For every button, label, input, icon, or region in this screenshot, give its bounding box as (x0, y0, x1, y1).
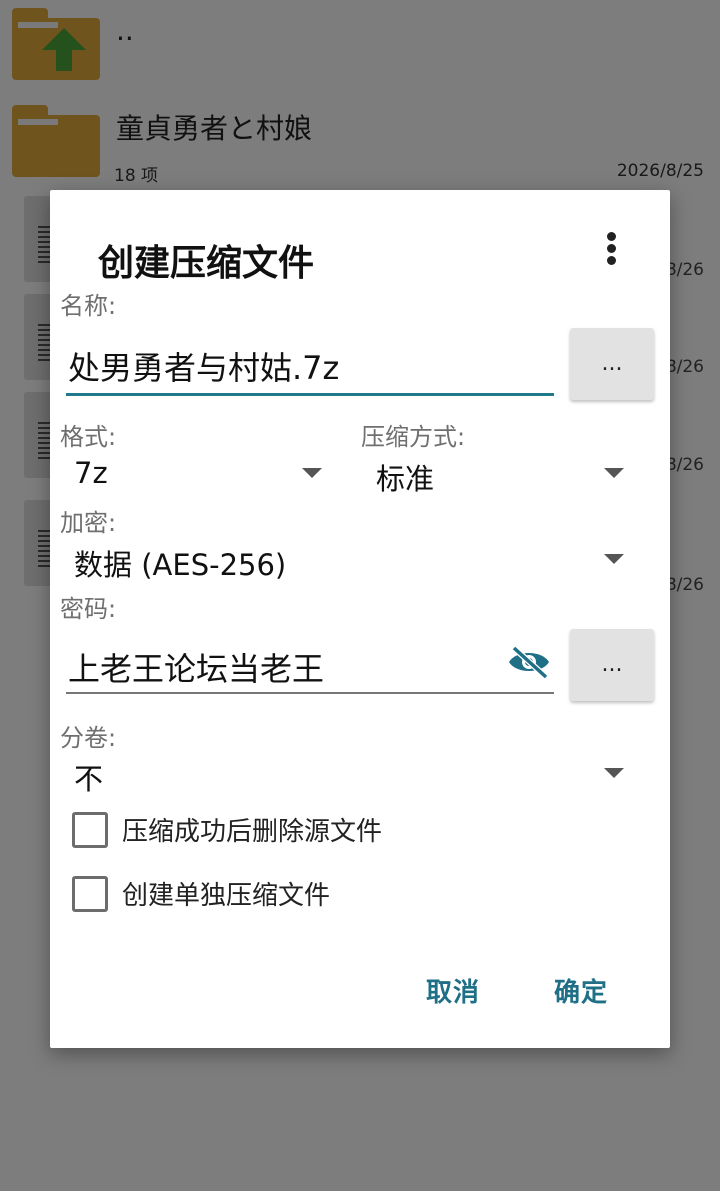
browse-password-button[interactable]: ... (570, 629, 654, 701)
compression-method-label: 压缩方式: (361, 423, 466, 451)
separate-archives-label: 创建单独压缩文件 (122, 881, 331, 911)
compression-method-value: 标准 (376, 462, 435, 496)
cancel-button[interactable]: 取消 (426, 972, 480, 1009)
format-select[interactable]: 7z (74, 452, 324, 498)
encryption-select[interactable]: 数据 (AES-256) (74, 538, 626, 584)
dropdown-arrow-icon (302, 468, 322, 478)
delete-source-option[interactable]: 压缩成功后删除源文件 (72, 812, 572, 852)
archive-name-value: 处男勇者与村姑.7z (68, 349, 340, 387)
browse-name-button[interactable]: ... (570, 328, 654, 400)
visibility-off-icon[interactable] (506, 645, 552, 679)
archive-name-input[interactable]: 处男勇者与村姑.7z (66, 335, 554, 396)
password-value: 上老王论坛当老王 (68, 650, 325, 688)
password-label: 密码: (60, 595, 117, 623)
create-archive-dialog: 创建压缩文件 名称: 处男勇者与村姑.7z ... 格式: 7z 压缩方式: 标… (50, 190, 670, 1048)
separate-archives-option[interactable]: 创建单独压缩文件 (72, 876, 572, 916)
ok-button[interactable]: 确定 (554, 972, 608, 1009)
dropdown-arrow-icon (604, 554, 624, 564)
dropdown-arrow-icon (604, 768, 624, 778)
split-value: 不 (74, 762, 104, 796)
split-label: 分卷: (60, 724, 117, 752)
split-select[interactable]: 不 (74, 752, 626, 798)
separate-archives-checkbox[interactable] (72, 876, 108, 912)
dialog-title: 创建压缩文件 (98, 243, 315, 284)
dropdown-arrow-icon (604, 468, 624, 478)
password-input[interactable]: 上老王论坛当老王 (66, 630, 554, 694)
name-label: 名称: (60, 292, 117, 320)
more-vert-icon[interactable] (604, 232, 618, 272)
format-label: 格式: (60, 423, 117, 451)
delete-source-checkbox[interactable] (72, 812, 108, 848)
encryption-value: 数据 (AES-256) (74, 548, 287, 582)
compression-method-select[interactable]: 标准 (376, 452, 626, 498)
format-value: 7z (74, 456, 108, 490)
encryption-label: 加密: (60, 509, 117, 537)
delete-source-label: 压缩成功后删除源文件 (122, 817, 383, 847)
